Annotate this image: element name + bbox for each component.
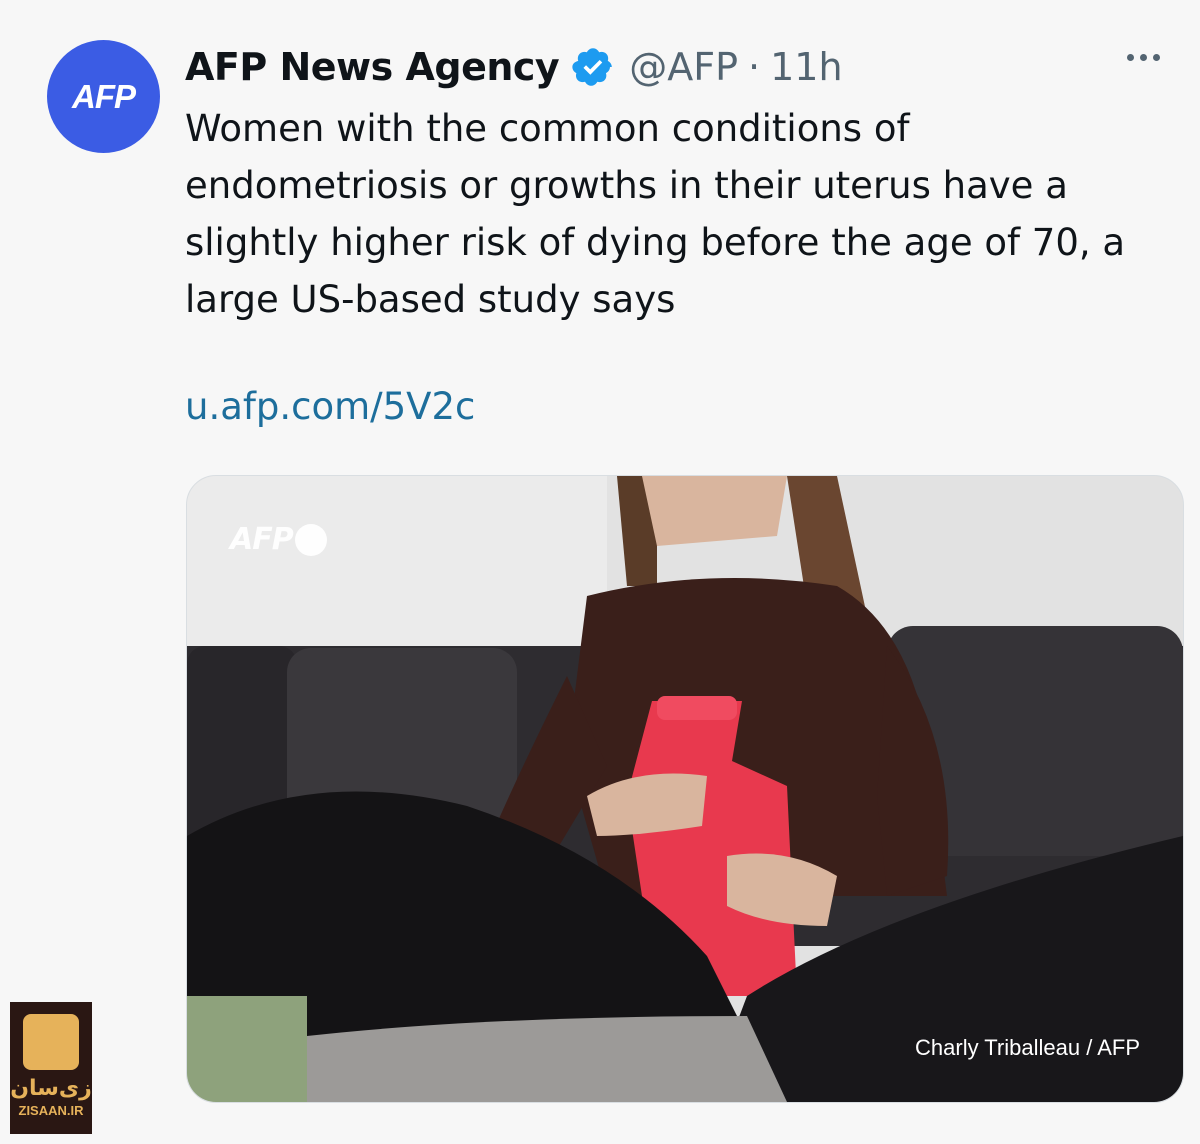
photo-watermark-text: AFP [230,522,294,557]
tweet-timestamp[interactable]: 11h [770,45,842,89]
tweet-header: AFP News Agency @AFP · 11h [185,42,843,92]
author-name[interactable]: AFP News Agency [185,45,560,89]
more-dot [1140,54,1147,61]
more-dot [1153,54,1160,61]
photo-watermark: AFP [230,522,327,557]
author-avatar[interactable]: AFP [47,40,160,153]
watermark-circle-icon [294,523,327,556]
author-handle[interactable]: @AFP [629,45,738,89]
tweet-text: Women with the common conditions of endo… [185,107,1126,321]
site-logo-en-text: ZISAAN.IR [18,1103,84,1118]
avatar-logo-text: AFP [72,77,136,115]
separator-dot: · [748,45,761,89]
photo-illustration [187,476,1183,1102]
tweet-photo[interactable] [186,475,1184,1103]
tweet-link[interactable]: u.afp.com/5V2c [185,385,475,428]
site-watermark-logo: زی‌سان ZISAAN.IR [10,1002,92,1134]
tweet-card[interactable]: AFP AFP News Agency @AFP · 11h Women wit… [0,0,1200,1144]
site-logo-icon [23,1014,79,1070]
site-logo-fa-text: زی‌سان [10,1076,92,1101]
more-options-icon[interactable] [1127,54,1160,61]
photo-credit: Charly Triballeau / AFP [915,1035,1140,1060]
more-dot [1127,54,1134,61]
verified-badge-icon [572,48,613,86]
